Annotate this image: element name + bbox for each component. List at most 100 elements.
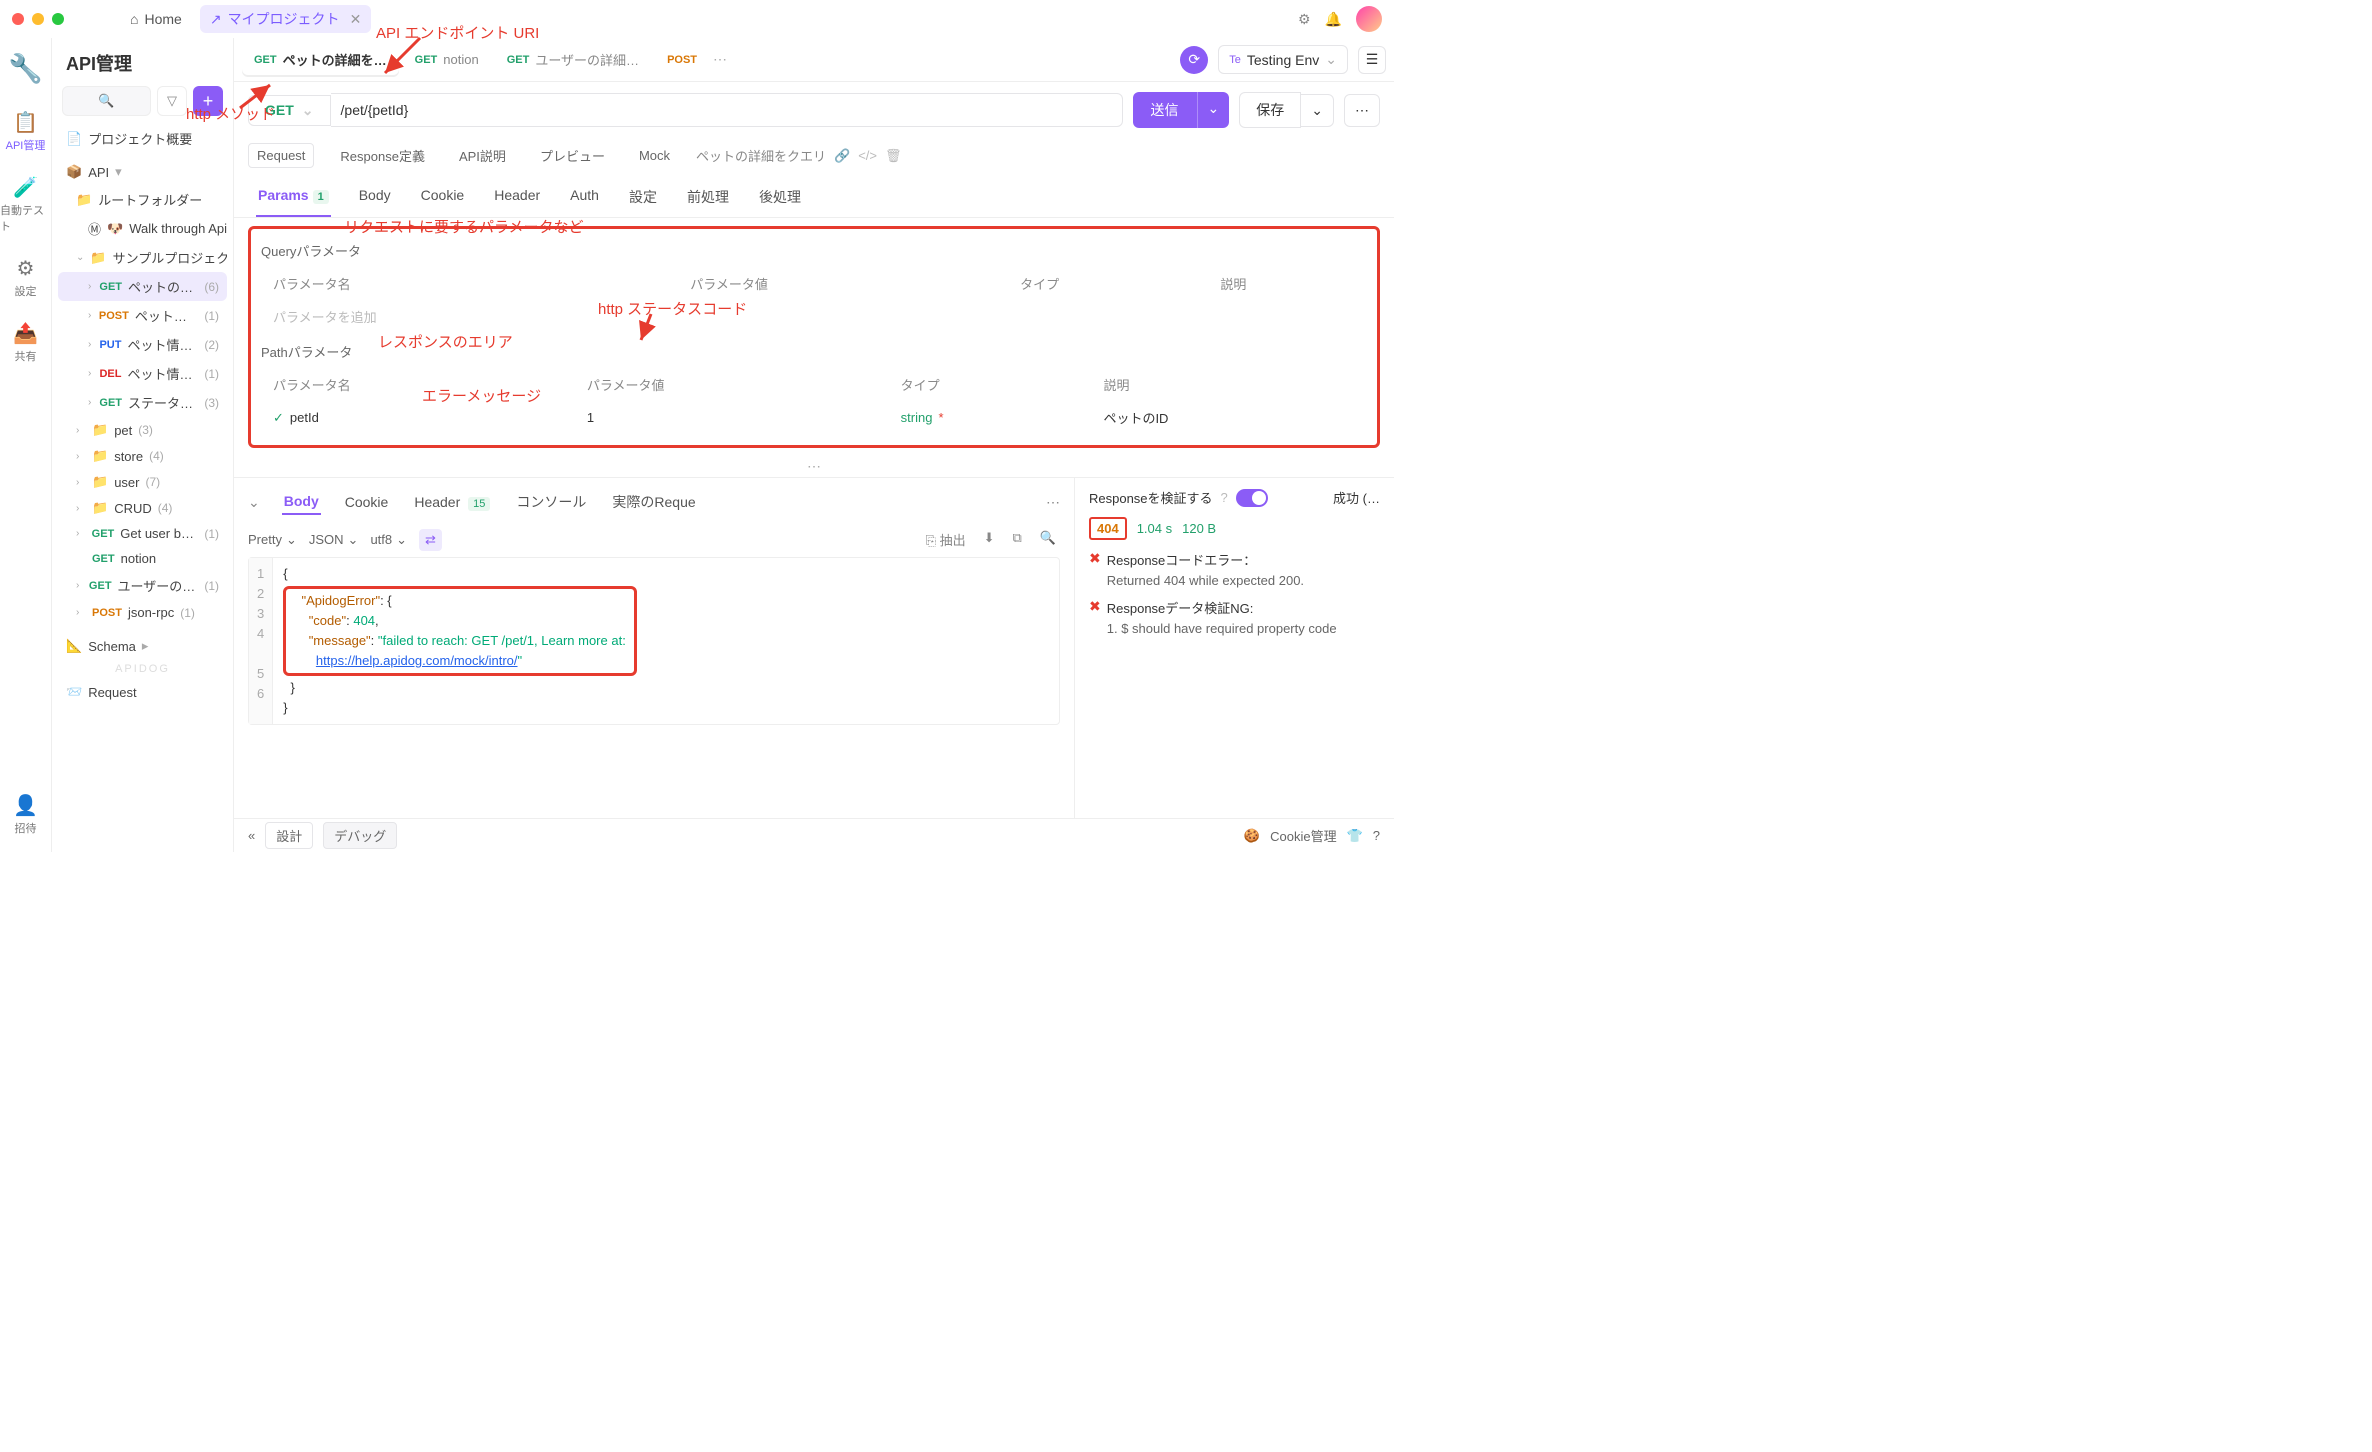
more-icon[interactable]: ⋯ — [1046, 494, 1060, 511]
resp-tab-header[interactable]: Header 15 — [412, 490, 492, 514]
ptab-body[interactable]: Body — [357, 181, 393, 217]
minimize-window[interactable] — [32, 13, 44, 25]
api-tabs: GETペットの詳細を… GETnotion GETユーザーの詳細… POST ⋯… — [234, 38, 1394, 82]
close-tab-icon[interactable]: ✕ — [350, 11, 362, 28]
more-tabs-icon[interactable]: ⋯ — [713, 51, 727, 68]
path-param-row[interactable]: ✓petId 1 string* ペットのID — [263, 402, 1365, 433]
ptab-settings[interactable]: 設定 — [627, 181, 659, 217]
item-label: Get user by id — [120, 526, 198, 541]
folder-crud[interactable]: ›📁CRUD(4) — [58, 495, 227, 521]
folder-store[interactable]: ›📁store(4) — [58, 443, 227, 469]
rail-autotest[interactable]: 🧪 自動テスト — [0, 175, 51, 234]
subtab-apidesc[interactable]: API説明 — [451, 142, 514, 169]
ptab-header[interactable]: Header — [492, 181, 542, 217]
send-button[interactable]: 送信 — [1133, 92, 1197, 128]
subtab-request[interactable]: Request — [248, 143, 314, 168]
api-tab-1[interactable]: GETnotion — [403, 44, 491, 75]
cookie-mgmt[interactable]: Cookie管理 — [1270, 826, 1336, 845]
encoding-selector[interactable]: utf8 ⌄ — [370, 532, 407, 548]
method-selector[interactable]: GET ⌄ — [248, 95, 331, 126]
api-getuser[interactable]: ›GETGet user by id(1) — [58, 521, 227, 546]
code-icon[interactable]: </> — [858, 148, 877, 163]
home-button[interactable]: ⌂ Home — [120, 7, 192, 31]
api-jsonrpc[interactable]: ›POSTjson-rpc(1) — [58, 600, 227, 625]
api-tab-2[interactable]: GETユーザーの詳細… — [495, 42, 651, 77]
save-button[interactable]: 保存 — [1239, 92, 1301, 128]
request-section[interactable]: 📨Request — [58, 679, 227, 705]
footer: « 設計 デバッグ 🍪 Cookie管理 👕 ? — [234, 818, 1394, 852]
search-input[interactable]: 🔍 — [62, 86, 151, 116]
project-overview[interactable]: 📄 プロジェクト概要 — [58, 124, 227, 153]
api-pet-update[interactable]: ›PUT ペット情報を更新す… (2) — [58, 330, 227, 359]
extract-button[interactable]: ⎘ 抽出 — [922, 526, 970, 553]
format-selector[interactable]: Pretty ⌄ — [248, 532, 297, 548]
rail-share[interactable]: 📤 共有 — [13, 321, 38, 364]
ptab-pre[interactable]: 前処理 — [685, 181, 731, 217]
url-input[interactable]: /pet/{petId} — [331, 93, 1123, 127]
rail-settings[interactable]: ⚙ 設定 — [15, 256, 37, 299]
help-footer-icon[interactable]: ? — [1373, 828, 1380, 843]
api-pet-create[interactable]: ›POST ペット情報を作成す… (1) — [58, 301, 227, 330]
bell-icon[interactable]: 🔔 — [1325, 11, 1342, 28]
folder-pet[interactable]: ›📁pet(3) — [58, 417, 227, 443]
more-actions[interactable]: ⋯ — [1344, 94, 1380, 127]
ptab-cookie[interactable]: Cookie — [419, 181, 467, 217]
copy-icon[interactable]: ⧉ — [1009, 526, 1026, 553]
footer-debug[interactable]: デバッグ — [323, 822, 397, 849]
add-button[interactable]: + — [193, 86, 223, 116]
collapse-handle[interactable]: ⋯ — [234, 456, 1394, 477]
shirt-icon[interactable]: 👕 — [1347, 828, 1363, 844]
col-value: パラメータ値 — [577, 369, 889, 400]
rail-invite[interactable]: 👤 招待 — [13, 793, 38, 836]
subtab-preview[interactable]: プレビュー — [532, 142, 613, 169]
validate-toggle[interactable] — [1236, 489, 1268, 507]
settings-icon[interactable]: ⚙ — [1298, 11, 1311, 28]
close-window[interactable] — [12, 13, 24, 25]
link-icon[interactable]: 🔗 — [834, 148, 850, 164]
filter-button[interactable]: ▽ — [157, 86, 187, 116]
root-folder[interactable]: 📁 ルートフォルダー — [58, 185, 227, 214]
schema-section[interactable]: 📐Schema▸ — [58, 633, 227, 659]
resp-tab-actual[interactable]: 実際のReque — [610, 488, 697, 516]
collapse-footer-icon[interactable]: « — [248, 828, 255, 843]
collapse-icon[interactable]: ⌄ — [248, 494, 260, 511]
resp-tab-console[interactable]: コンソール — [514, 488, 588, 516]
ptab-params[interactable]: Params1 — [256, 181, 331, 217]
save-dropdown[interactable]: ⌄ — [1301, 94, 1334, 127]
wrap-icon[interactable]: ⇄ — [419, 529, 442, 551]
param-value[interactable]: 1 — [577, 402, 889, 433]
run-button[interactable]: ⟳ — [1180, 46, 1208, 74]
type-selector[interactable]: JSON ⌄ — [309, 532, 359, 548]
env-selector[interactable]: Te Testing Env ⌄ — [1218, 45, 1348, 74]
footer-design[interactable]: 設計 — [265, 822, 313, 849]
delete-icon[interactable]: 🗑 — [885, 148, 902, 164]
help-icon[interactable]: ? — [1221, 490, 1228, 505]
subtab-respdef[interactable]: Response定義 — [332, 142, 433, 169]
ptab-post[interactable]: 後処理 — [757, 181, 803, 217]
api-notion[interactable]: ›GETnotion — [58, 546, 227, 571]
api-section[interactable]: 📦 API ▾ — [58, 159, 227, 185]
json-url[interactable]: https://help.apidog.com/mock/intro/ — [316, 653, 518, 668]
folder-user[interactable]: ›📁user(7) — [58, 469, 227, 495]
sample-project[interactable]: ⌄ 📁 サンプルプロジェクト (5) — [58, 243, 227, 272]
download-icon[interactable]: ⬇ — [980, 526, 999, 553]
api-userdetail[interactable]: ›GETユーザーの詳細情報(1) — [58, 571, 227, 600]
search-resp-icon[interactable]: 🔍 — [1036, 526, 1060, 553]
subtab-mock[interactable]: Mock — [631, 144, 678, 167]
resp-tab-cookie[interactable]: Cookie — [343, 490, 391, 514]
send-dropdown[interactable]: ⌄ — [1197, 92, 1230, 128]
api-pet-detail[interactable]: › GET ペットの詳細をクエ… (6) — [58, 272, 227, 301]
api-pet-status[interactable]: ›GET ステータスに基づい… (3) — [58, 388, 227, 417]
maximize-window[interactable] — [52, 13, 64, 25]
resp-tab-body[interactable]: Body — [282, 489, 321, 515]
menu-button[interactable]: ☰ — [1358, 46, 1386, 74]
api-tab-0[interactable]: GETペットの詳細を… — [242, 42, 399, 77]
add-param-row[interactable]: パラメータを追加 — [263, 301, 678, 332]
ptab-auth[interactable]: Auth — [568, 181, 601, 217]
api-pet-delete[interactable]: ›DEL ペット情報を削除す… (1) — [58, 359, 227, 388]
walkthrough-item[interactable]: Ⓜ🐶 Walk through Apidog — [58, 214, 227, 243]
project-tab[interactable]: ↗ マイプロジェクト ✕ — [200, 5, 371, 33]
api-tab-3[interactable]: POST — [655, 46, 709, 74]
user-avatar[interactable] — [1356, 6, 1382, 32]
rail-api[interactable]: 📋 API管理 — [6, 110, 46, 153]
